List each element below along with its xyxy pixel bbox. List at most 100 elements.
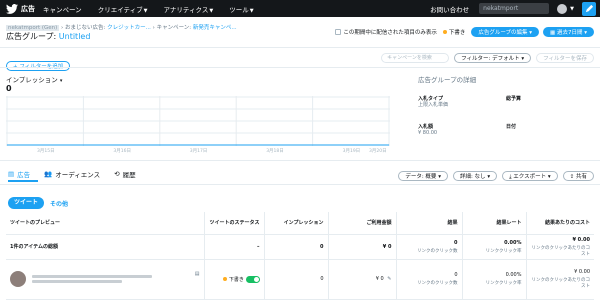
- row-results: 0 リンクのクリック数: [396, 259, 463, 300]
- help-link[interactable]: お問い合わせ: [430, 4, 469, 14]
- draft-label: 下書き: [448, 30, 466, 36]
- total-label: 1件のアイテムの総額: [6, 234, 205, 260]
- detail-bid-value: ¥ 80.00: [418, 130, 438, 136]
- tweet-preview[interactable]: ▤: [6, 259, 205, 300]
- col-status[interactable]: ツイートのステータス: [204, 212, 265, 235]
- menu-tools-label: ツール: [229, 5, 249, 14]
- total-result-rate: 0.00% リンククリック率: [462, 234, 527, 260]
- total-result-rate-sub: リンククリック率: [485, 248, 522, 254]
- menu-creatives-label: クリエイティブ: [97, 5, 143, 14]
- data-dropdown[interactable]: データ: 概要 ▾: [398, 171, 448, 181]
- period-button[interactable]: ▦ 過去7日間 ▾: [543, 27, 594, 37]
- add-filter-button[interactable]: + フィルターを追加: [6, 61, 71, 71]
- share-button[interactable]: ⇪ 共有: [562, 171, 594, 181]
- brand-label[interactable]: 広告: [21, 4, 35, 14]
- data-dropdown-label: データ: 概要: [405, 174, 437, 180]
- filter-default-button[interactable]: フィルター: デフォルト ▾: [454, 53, 532, 63]
- tab-history[interactable]: ⟲ 履歴: [114, 169, 135, 179]
- total-cost-sub: リンクのクリックあたりのコスト: [531, 245, 591, 257]
- avatar: [10, 271, 26, 287]
- tweet-menu-icon[interactable]: ▤: [195, 271, 200, 277]
- chart-x-tick-label: 3月20日: [369, 149, 387, 154]
- row-results-sub: リンクのクリック数: [417, 281, 458, 286]
- chart-x-ticks: 3月15日 3月16日 3月17日 3月18日 3月19日 3月20日: [6, 148, 390, 156]
- row-cost-sub: リンクのクリックあたりのコスト: [531, 278, 591, 289]
- share-label: 共有: [575, 174, 587, 180]
- chevron-down-icon: ▾: [59, 78, 63, 84]
- draft-status: 下書き: [442, 28, 466, 36]
- chevron-down-icon: ▾: [547, 174, 551, 180]
- row-result-rate-sub: リンククリック率: [485, 281, 522, 286]
- compose-icon: [585, 4, 593, 13]
- tab-ads-label: 広告: [17, 171, 31, 179]
- topbar-right: お問い合わせ nekatmport ▼: [430, 0, 600, 17]
- twitter-bird-icon[interactable]: [6, 3, 18, 14]
- col-impressions[interactable]: インプレッション: [264, 212, 329, 235]
- total-results: 0 リンクのクリック数: [396, 234, 463, 260]
- tab-audience-label: オーディエンス: [55, 171, 101, 179]
- metric-label: インプレッション: [6, 76, 58, 84]
- account-switcher[interactable]: nekatmport: [479, 3, 550, 14]
- avatar[interactable]: [557, 3, 568, 14]
- row-cost-value: ¥ 0.00: [574, 269, 590, 275]
- chevron-down-icon[interactable]: ▼: [570, 6, 574, 12]
- table-row[interactable]: ▤ 下書き 0 ¥ 0 ✎ 0 リンクのクリック数 0.00% リンククリック率 ¥…: [6, 259, 594, 300]
- detail-total-budget: 総予算: [506, 96, 521, 102]
- chart-x-tick-label: 3月18日: [266, 149, 284, 154]
- divider: [0, 47, 600, 48]
- subtab-tweets[interactable]: ツイート: [8, 197, 45, 209]
- menu-campaigns[interactable]: キャンペーン: [43, 4, 82, 14]
- chevron-down-icon: ▼: [143, 7, 148, 14]
- tab-audience[interactable]: 👥 オーディエンス: [44, 169, 100, 179]
- detail-bid-type-value: 上限入札単価: [418, 102, 449, 108]
- metric-selector[interactable]: インプレッション ▾: [6, 74, 62, 84]
- breadcrumb-campaign-type[interactable]: クレジットカー...: [107, 25, 151, 31]
- tab-ads[interactable]: ▤ 広告: [8, 169, 30, 179]
- save-filter-button[interactable]: フィルターを保存: [536, 53, 594, 63]
- menu-tools[interactable]: ツール▼: [229, 4, 253, 14]
- compose-button[interactable]: [582, 1, 596, 16]
- total-status: –: [204, 234, 265, 260]
- campaign-search-input[interactable]: キャンペーンを検索: [381, 53, 450, 63]
- export-label: エクスポート: [513, 174, 547, 180]
- total-results-sub: リンクのクリック数: [417, 248, 458, 254]
- filter-toolbar: キャンペーンを検索 フィルター: デフォルト ▾ フィルターを保存: [381, 53, 594, 63]
- menu-analytics[interactable]: アナリティクス▼: [164, 4, 214, 14]
- edit-icon[interactable]: ✎: [387, 276, 391, 282]
- draft-dot-icon: [222, 276, 227, 281]
- detail-date: 日付: [506, 124, 516, 130]
- tweet-preview-text-redacted: [31, 273, 152, 285]
- row-spend: ¥ 0 ✎: [328, 259, 397, 300]
- col-results[interactable]: 結果: [396, 212, 463, 235]
- breadcrumb: nekatmport (Gen) › おまじない広告: クレジットカー... ›…: [6, 25, 237, 31]
- active-toggle[interactable]: [245, 275, 260, 283]
- breadcrumb-campaign[interactable]: 新発売キャンペ...: [193, 25, 237, 31]
- breakdown-dropdown[interactable]: 詳細: なし ▾: [452, 171, 498, 181]
- add-filter-button-wrap: + フィルターを追加: [6, 53, 71, 72]
- chevron-down-icon: ▾: [438, 174, 441, 180]
- chart-x-tick-label: 3月16日: [113, 149, 131, 154]
- col-result-rate[interactable]: 結果レート: [462, 212, 527, 235]
- col-cost-per-result[interactable]: 結果あたりのコスト: [526, 212, 594, 235]
- only-delivered-checkbox[interactable]: [335, 29, 342, 35]
- col-spend[interactable]: ご利用金額: [328, 212, 397, 235]
- chevron-down-icon: ▼: [209, 7, 214, 14]
- menu-creatives[interactable]: クリエイティブ▼: [98, 4, 148, 14]
- total-cost-value: ¥ 0.00: [572, 236, 590, 243]
- chart-x-tick-label: 3月19日: [342, 149, 361, 154]
- metric-value: 0: [6, 84, 12, 93]
- detail-bid-type: 入札タイプ 上限入札単価: [418, 96, 448, 108]
- subtab-other[interactable]: その他: [50, 199, 68, 208]
- page-title: 広告グループ: Untitled: [6, 31, 90, 42]
- row-status-label: 下書き: [228, 276, 244, 283]
- ads-icon: ▤: [8, 170, 15, 178]
- divider: [0, 67, 600, 68]
- edit-ad-group-button[interactable]: 広告グループの編集 ▾: [471, 27, 540, 37]
- table-header-row: ツイートのプレビュー ツイートのステータス インプレッション ご利用金額 結果 …: [6, 212, 594, 235]
- page-title-value[interactable]: Untitled: [59, 32, 91, 41]
- content-tabs: ▤ 広告 👥 オーディエンス ⟲ 履歴: [8, 169, 136, 179]
- calendar-icon: ▦: [550, 30, 556, 36]
- filter-default-label: フィルター: デフォルト: [461, 56, 520, 62]
- export-button[interactable]: ⤓ エクスポート ▾: [502, 171, 558, 181]
- col-preview[interactable]: ツイートのプレビュー: [6, 212, 205, 235]
